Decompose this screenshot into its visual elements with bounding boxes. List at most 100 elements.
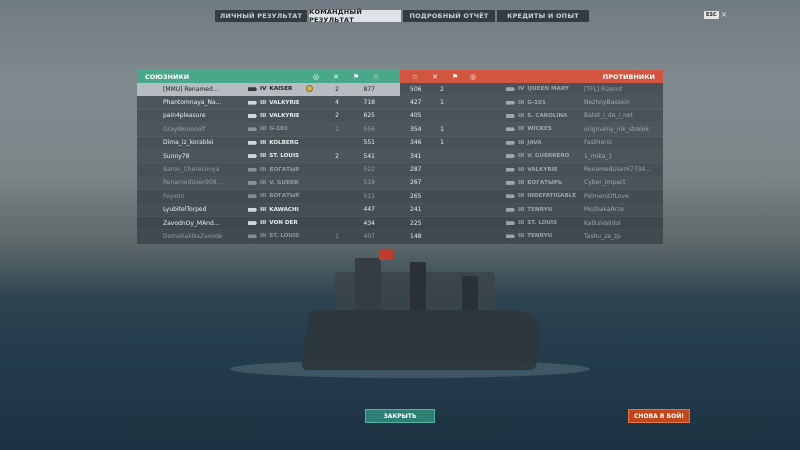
- close-button[interactable]: ЗАКРЫТЬ: [365, 409, 435, 423]
- score-value: 447: [363, 206, 375, 214]
- table-row[interactable]: GrayWooooolf III G-101 1 556: [137, 123, 400, 137]
- ship-cell: IIIV. GUERRERO: [492, 153, 582, 159]
- ship-cell: III ST. LOUIS: [492, 220, 582, 226]
- table-row[interactable]: 346 1 III JAVA FastHeroi: [400, 136, 663, 150]
- score-value: 718: [363, 99, 375, 107]
- ship-tier: III: [260, 193, 267, 200]
- table-row[interactable]: [MMU] RenamedUser...IVKAISER2877: [137, 83, 400, 97]
- ship-cell: III INDEFATIGABLE: [492, 193, 582, 199]
- score-value: 225: [410, 219, 422, 227]
- ship-tier: III: [518, 112, 525, 119]
- score-value: 518: [363, 179, 375, 187]
- ship-tier: III: [518, 166, 525, 173]
- player-name: PelmeniOfLove: [584, 192, 629, 200]
- close-hotkey[interactable]: ESC ×: [704, 11, 727, 19]
- battle-again-button[interactable]: СНОВА В БОЙ!: [628, 409, 690, 423]
- ship-tier: III: [518, 220, 525, 227]
- ship-cell: III WICKES: [492, 126, 582, 132]
- table-row[interactable]: Sunny78 III ST. LOUIS 2 541: [137, 149, 400, 164]
- table-row[interactable]: ZavodnOy_MAndarinIIIVON DER TANN434: [137, 216, 400, 231]
- ship-name: KAWACHI: [269, 206, 299, 213]
- ship-name: G-101: [527, 99, 546, 106]
- esc-key-badge: ESC: [704, 11, 719, 19]
- ship-cell: III VALKYRIE: [223, 113, 299, 119]
- ship-cell: IIIБОГАТЫРЬ: [223, 167, 299, 173]
- ship-class-icon: [506, 154, 515, 159]
- player-name: 1_mika_1: [584, 152, 613, 160]
- table-row[interactable]: 341 III V. GUERRERO 1_mika_1: [400, 149, 663, 164]
- ship-class-icon: [248, 100, 257, 105]
- kills-value: 1: [335, 232, 339, 240]
- ship-cell: III JAVA: [492, 140, 582, 146]
- table-row[interactable]: 267 III БОГАТЫРЬ Cyber_Impact: [400, 176, 663, 191]
- score-value: 148: [410, 232, 422, 240]
- tab-team-result[interactable]: КОМАНДНЫЙ РЕЗУЛЬТАТ: [309, 8, 401, 24]
- table-row[interactable]: 287 III VALKYRIE RenamedUser67734...: [400, 163, 663, 177]
- ship-name: VON DER TANN: [269, 220, 299, 227]
- capture-icon: ⚑: [451, 72, 459, 81]
- table-row[interactable]: 241 III TENRYŪ MozbakaArze: [400, 203, 663, 217]
- player-name: [MMU] RenamedUser...: [163, 85, 223, 93]
- table-row[interactable]: Dima_iz_korablei III KOLBERG 551: [137, 136, 400, 150]
- ship-name: VALKYRIE: [269, 99, 299, 106]
- score-value: 506: [410, 85, 422, 93]
- close-icon[interactable]: ×: [721, 11, 728, 19]
- ship-tier: III: [518, 126, 525, 133]
- table-row[interactable]: RenamedUser9080234IIIV. GUERRERO518: [137, 176, 400, 191]
- medal-icon: ◎: [312, 72, 320, 81]
- ship-cell: IIIVON DER TANN: [223, 220, 299, 226]
- score-value: 511: [363, 192, 375, 200]
- table-row[interactable]: LyubitelTorped III KAWACHI 447: [137, 203, 400, 217]
- score-value: 287: [410, 166, 422, 174]
- kills-value: 2: [335, 85, 339, 93]
- ship-name: TENRYŪ: [527, 233, 553, 240]
- player-name: ZavodnOy_MAndarin: [163, 219, 223, 227]
- table-row[interactable]: 354 1 III WICKES originalny_nik_strelok: [400, 123, 663, 137]
- table-row[interactable]: pain4pleasure III VALKYRIE 2 625: [137, 109, 400, 124]
- player-name: Baron_Cheresnnya: [163, 166, 220, 174]
- score-value: 341: [410, 152, 422, 160]
- score-value: 407: [363, 232, 375, 240]
- ship-class-icon: [506, 207, 515, 212]
- score-star-icon: ☆: [372, 72, 380, 81]
- score-value: 427: [410, 99, 422, 107]
- table-row[interactable]: 506 2 IV QUEEN MARY [TFL] Rizerot: [400, 83, 663, 97]
- ship-funnel-front: [410, 262, 426, 314]
- table-row[interactable]: Phantomnaya_Nastya III VALKYRIE 4 718: [137, 96, 400, 110]
- table-row[interactable]: Baron_CheresnnyaIIIБОГАТЫРЬ522: [137, 163, 400, 177]
- tab-detailed-report[interactable]: ПОДРОБНЫЙ ОТЧЁТ: [403, 10, 495, 22]
- ship-tier: III: [518, 139, 525, 146]
- ship-name: V. GUERRERO: [269, 179, 299, 186]
- allies-panel: СОЮЗНИКИ ◎ ✕ ⚑ ☆ [MMU] RenamedUser...IVK…: [137, 70, 400, 244]
- ship-name: ST. LOUIS: [269, 153, 299, 160]
- ship-class-icon: [506, 140, 515, 145]
- table-row[interactable]: 265 III INDEFATIGABLE PelmeniOfLove: [400, 190, 663, 204]
- ship-tier: III: [260, 179, 267, 186]
- ship-cell: III TENRYŪ: [492, 233, 582, 239]
- table-row[interactable]: 405 III S. CAROLINA Batet_i_da_i_net: [400, 109, 663, 124]
- tab-credits-xp[interactable]: КРЕДИТЫ И ОПЫТ: [497, 10, 589, 22]
- tab-personal-result[interactable]: ЛИЧНЫЙ РЕЗУЛЬТАТ: [215, 10, 307, 22]
- enemies-panel: ☆ ✕ ⚑ ◎ ПРОТИВНИКИ 506 2 IV QUEEN MARY [TFL]…: [400, 70, 663, 244]
- ship-cell: III S. CAROLINA: [492, 113, 582, 119]
- table-row[interactable]: 427 1 III G-101 NezhnyBassein: [400, 96, 663, 110]
- table-row[interactable]: 225 III ST. LOUIS KatkaValidol: [400, 216, 663, 231]
- ship-class-icon: [248, 167, 257, 172]
- ship-class-icon: [506, 180, 515, 185]
- score-value: 551: [363, 139, 375, 147]
- ship-tier: III: [260, 206, 267, 213]
- ship-tier: III: [518, 233, 525, 240]
- table-row[interactable]: DomaKakNaZavode III ST. LOUIS 1 407: [137, 230, 400, 244]
- ship-name: ST. LOUIS: [527, 220, 558, 227]
- ship-tier: III: [260, 166, 267, 173]
- ship-tier: IV: [518, 86, 525, 93]
- ship-name: БОГАТЫРЬ: [527, 179, 563, 186]
- kills-icon: ✕: [432, 72, 438, 81]
- table-row[interactable]: Feyxon IIIБОГАТЫРЬ 511: [137, 190, 400, 204]
- ship-tier: III: [518, 99, 525, 106]
- table-row[interactable]: 148 III TENRYŪ Tashu_za_zp: [400, 230, 663, 244]
- medal-cell: [299, 84, 319, 94]
- ship-class-icon: [248, 154, 257, 159]
- ship-class-icon: [248, 127, 257, 132]
- ship-hull: [300, 310, 545, 370]
